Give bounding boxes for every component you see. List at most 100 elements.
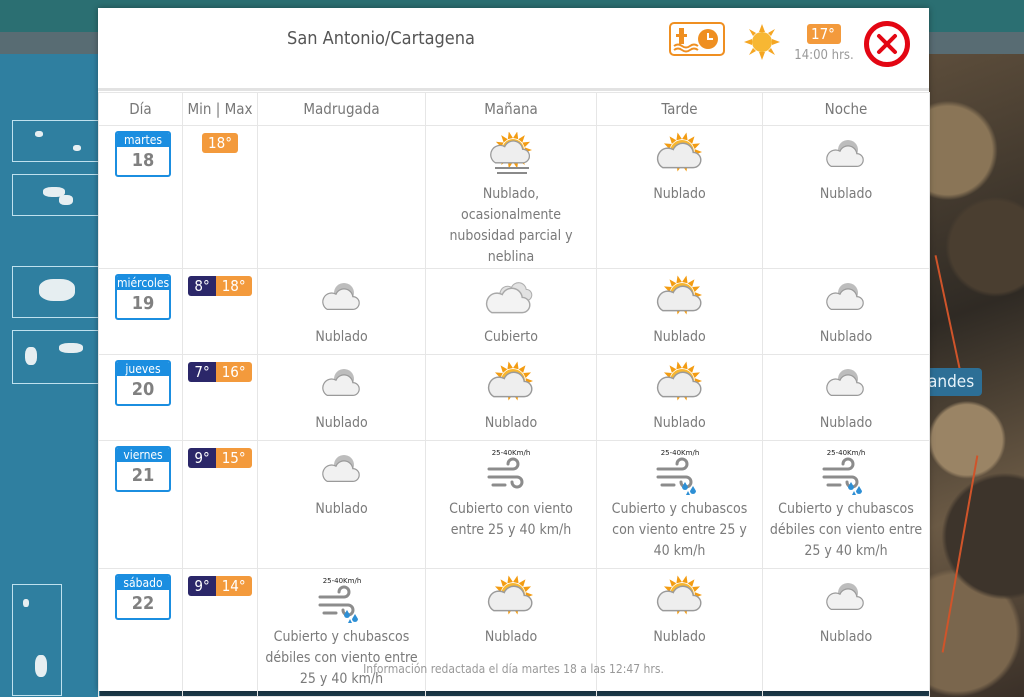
- period-cell-manana: Nublado, ocasionalmente nubosidad parcia…: [425, 125, 597, 269]
- wind-showers-icon: 25-40Km/h: [318, 577, 361, 623]
- header-col-day: Día: [98, 92, 183, 126]
- day-name: viernes: [117, 448, 169, 462]
- island-inset-2[interactable]: [12, 174, 100, 216]
- day-name: miércoles: [117, 276, 170, 290]
- forecast-row: martes 18 18° Nublado, ocasionalmente nubos…: [98, 125, 930, 269]
- min-temp: 9°: [188, 448, 216, 468]
- period-cell-tarde: Nublado: [596, 125, 763, 269]
- map-region-label: andes: [922, 368, 983, 396]
- weather-description: Nublado: [484, 415, 538, 431]
- island-inset-5[interactable]: [12, 584, 62, 696]
- day-name: sábado: [117, 576, 169, 590]
- tide-clock-icon: [673, 28, 718, 53]
- svg-text:25-40Km/h: 25-40Km/h: [660, 449, 699, 457]
- min-max-cell: 8° 18°: [182, 268, 258, 355]
- moon-cloud-icon: [826, 283, 864, 311]
- day-cell: miércoles 19: [98, 268, 183, 355]
- day-cell: sábado 22: [98, 568, 183, 697]
- island-inset-4[interactable]: [12, 330, 100, 384]
- overcast-icon: [485, 282, 533, 314]
- wind-icon: 25-40Km/h: [487, 449, 531, 489]
- svg-text:25-40Km/h: 25-40Km/h: [827, 449, 866, 457]
- period-cell-madrugada: Nublado: [257, 354, 426, 441]
- current-time: 14:00 hrs.: [794, 48, 854, 63]
- island-inset-1[interactable]: [12, 120, 100, 162]
- period-cell-tarde: Nublado: [596, 568, 763, 697]
- island-inset-3[interactable]: [12, 266, 100, 318]
- weather-description: Nublado: [653, 329, 706, 345]
- day-name: martes: [117, 133, 169, 147]
- sun-icon: [744, 24, 780, 60]
- temperature-range: 9° 14°: [183, 576, 257, 596]
- min-temp: 9°: [188, 576, 216, 596]
- calendar-day: jueves 20: [115, 360, 171, 406]
- period-cell-noche: Nublado: [762, 354, 930, 441]
- weather-description: Nublado: [653, 415, 706, 431]
- svg-text:25-40Km/h: 25-40Km/h: [492, 449, 531, 457]
- forecast-row: sábado 22 9°14°25-40Km/h25-40Km/hCubierto …: [98, 568, 930, 697]
- sun-cloud-icon: [487, 575, 533, 615]
- header-col-noche: Noche: [762, 92, 930, 126]
- moon-cloud-icon: [826, 140, 864, 168]
- day-number: 20: [131, 379, 155, 400]
- forecast-header-row: Día Min | Max Madrugada Mañana Tarde Noche: [98, 92, 930, 126]
- calendar-day: miércoles 19: [115, 274, 171, 320]
- period-cell-madrugada: 25-40Km/h25-40Km/hCubierto y chubascos d…: [257, 568, 426, 697]
- weather-description: Cubierto y chubascos con viento entre 25…: [611, 501, 748, 559]
- current-temperature-badge: 17°: [807, 24, 841, 44]
- day-cell: martes 18: [98, 125, 183, 269]
- max-temp: 15°: [215, 448, 252, 468]
- sun-cloud-icon: [656, 275, 702, 315]
- period-cell-madrugada: [257, 125, 426, 269]
- min-max-cell: 7° 16°: [182, 354, 258, 441]
- min-max-cell: 9° 15°: [182, 440, 258, 569]
- period-cell-noche: Nublado: [762, 568, 930, 697]
- period-cell-noche: Nublado: [762, 268, 930, 355]
- day-number: 19: [131, 293, 155, 314]
- weather-description: Nublado: [653, 186, 706, 202]
- sun-cloud-icon: [656, 575, 702, 615]
- footer-note: Información redactada el día martes 18 a…: [363, 662, 664, 676]
- moon-cloud-icon: [321, 369, 360, 397]
- weather-description: Nublado: [653, 629, 706, 645]
- weather-description: Nublado: [819, 415, 873, 431]
- day-name: jueves: [117, 362, 169, 376]
- weather-description: Nublado: [315, 329, 368, 345]
- sun-cloud-icon: [487, 361, 533, 401]
- forecast-modal: San Antonio/Cartagena 17° 14:00 hrs. Día…: [98, 8, 930, 697]
- weather-description: Cubierto y chubascos débiles con viento …: [265, 629, 418, 687]
- period-cell-tarde: Nublado: [596, 354, 763, 441]
- period-cell-tarde: Nublado: [596, 268, 763, 355]
- moon-cloud-icon: [826, 583, 864, 611]
- temperature-range: 18°: [183, 133, 257, 153]
- forecast-row: viernes219°15°Nublado25-40Km/h25-40Km/hC…: [98, 440, 930, 569]
- weather-description: Nublado: [819, 186, 873, 202]
- day-cell: viernes 21: [98, 440, 183, 569]
- sun-cloud-icon: [656, 361, 702, 401]
- location-title: San Antonio/Cartagena: [287, 28, 475, 49]
- map-insets-panel: [0, 54, 100, 697]
- day-number: 22: [131, 593, 155, 614]
- calendar-day: martes 18: [115, 131, 171, 177]
- day-number: 18: [131, 150, 155, 171]
- temperature-range: 8° 18°: [183, 276, 257, 296]
- close-button[interactable]: [864, 21, 910, 67]
- header-col-tarde: Tarde: [596, 92, 763, 126]
- fog-cloud-sun-icon: [490, 132, 532, 174]
- header-col-madrugada: Madrugada: [257, 92, 426, 126]
- max-temp: 16°: [215, 362, 252, 382]
- calendar-day: viernes 21: [115, 446, 171, 492]
- weather-description: Nublado: [819, 329, 873, 345]
- moon-cloud-icon: [321, 283, 360, 311]
- svg-text:25-40Km/h: 25-40Km/h: [322, 577, 361, 585]
- period-cell-tarde: 25-40Km/h25-40Km/hCubierto y chubascos c…: [596, 440, 763, 569]
- min-temp: 7°: [188, 362, 216, 382]
- wind-showers-icon: 25-40Km/h: [822, 449, 866, 495]
- period-cell-manana: Nublado: [425, 568, 597, 697]
- weather-description: Nublado: [315, 415, 368, 431]
- period-cell-madrugada: Nublado: [257, 440, 426, 569]
- tide-schedule-button[interactable]: [669, 22, 725, 56]
- current-temperature: 17°: [807, 24, 841, 44]
- header-col-min-max: Min | Max: [182, 92, 258, 126]
- max-temp: 18°: [202, 133, 238, 153]
